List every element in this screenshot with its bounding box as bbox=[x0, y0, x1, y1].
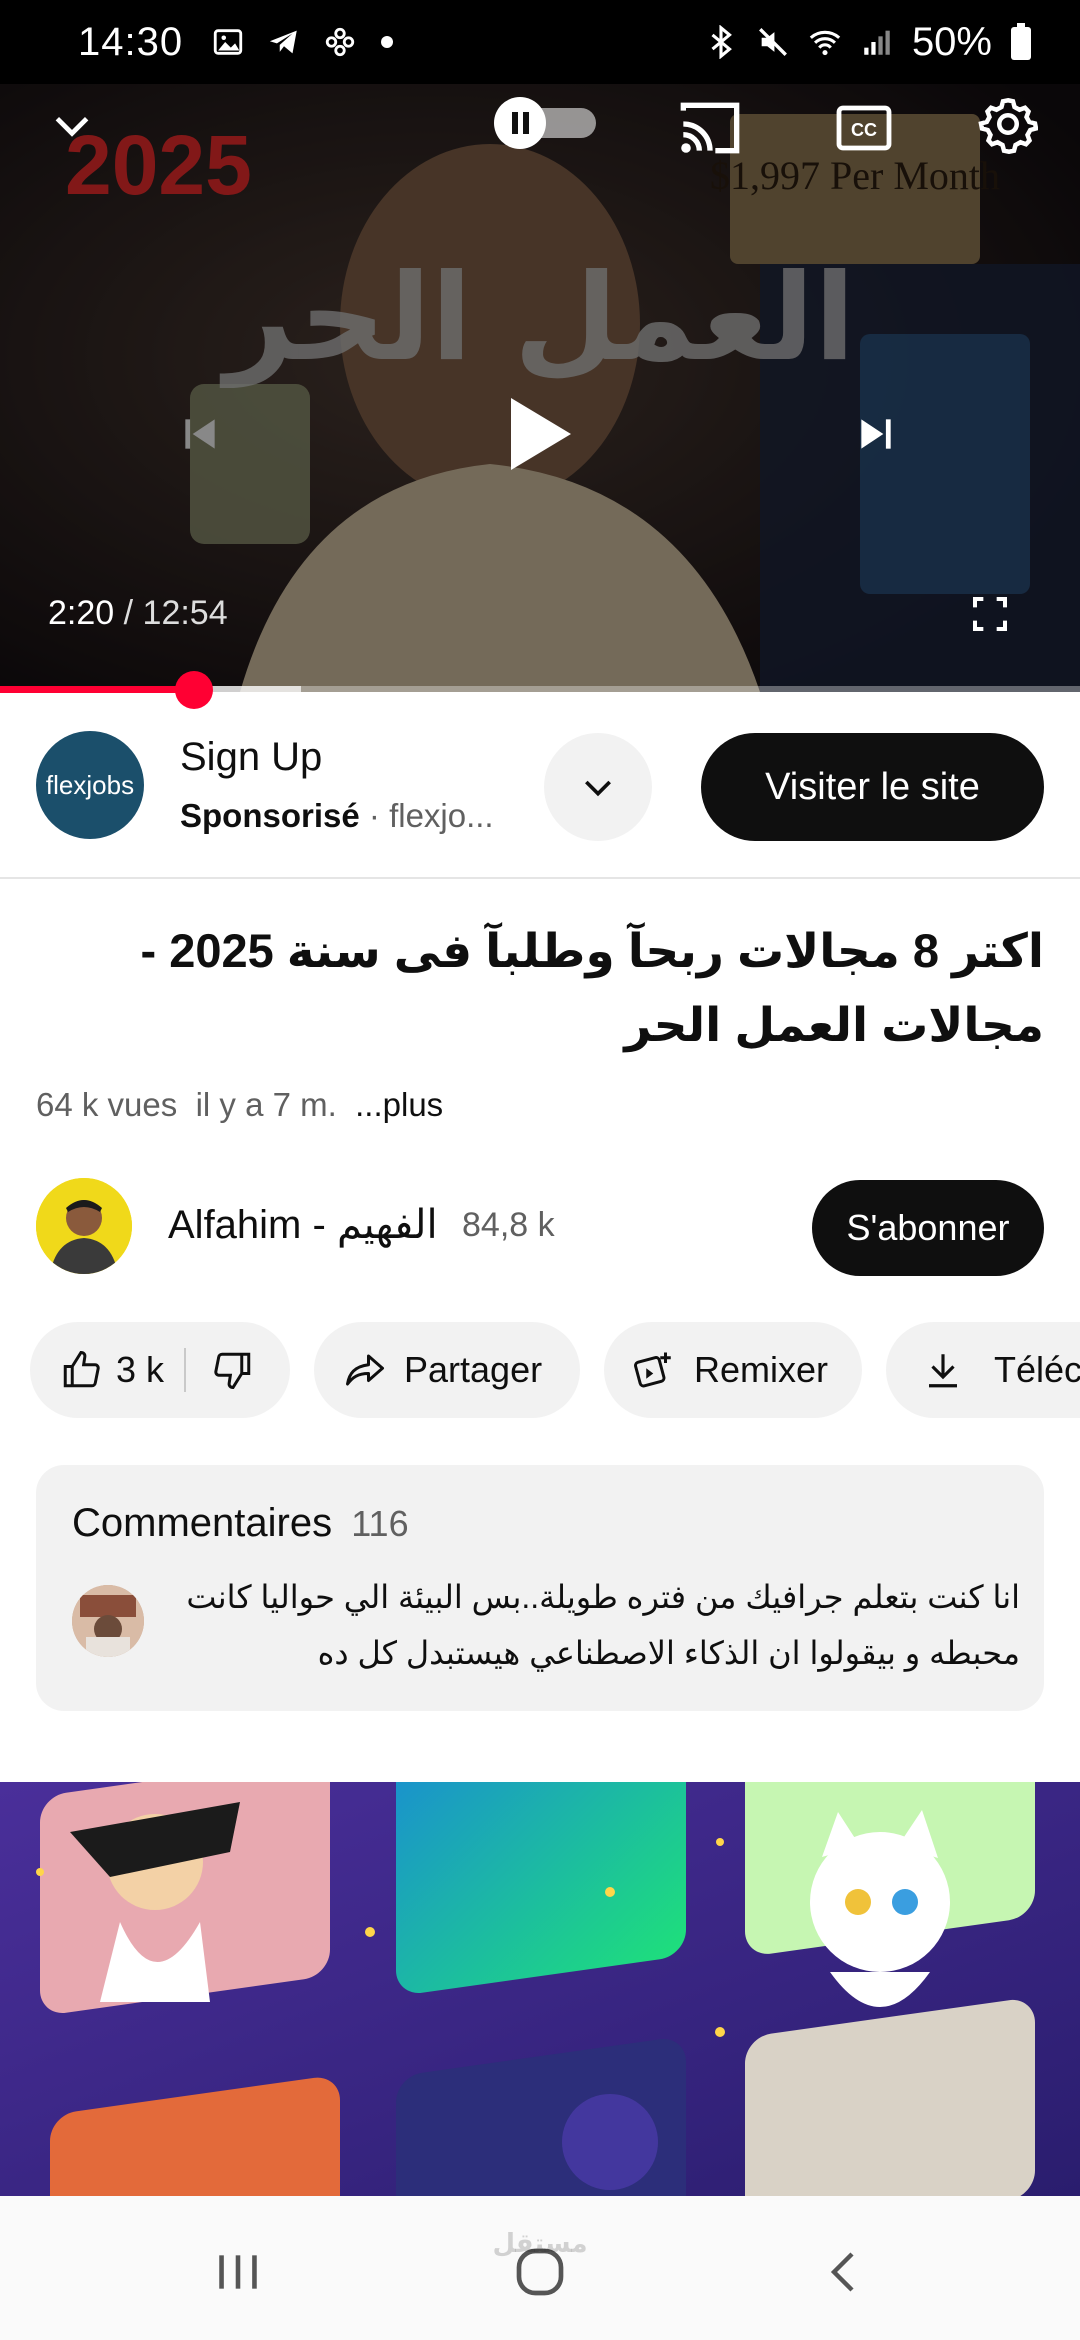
signal-icon bbox=[864, 30, 890, 55]
battery-icon bbox=[1011, 23, 1031, 60]
subscriber-count: 84,8 k bbox=[462, 1206, 555, 1244]
chevron-down-icon bbox=[585, 780, 611, 797]
collapse-button[interactable] bbox=[40, 94, 104, 158]
more-link[interactable]: ...plus bbox=[355, 1086, 443, 1123]
share-button[interactable]: Partager bbox=[314, 1322, 580, 1418]
status-time: 14:30 bbox=[78, 19, 184, 64]
sponsor-meta-dot: · bbox=[368, 797, 380, 834]
share-label: Partager bbox=[404, 1349, 543, 1390]
remix-label: Remixer bbox=[694, 1349, 829, 1390]
sponsor-title[interactable]: Sign Up bbox=[180, 735, 322, 780]
duration: 12:54 bbox=[142, 594, 228, 632]
recents-button[interactable] bbox=[188, 2232, 288, 2312]
video-title[interactable]: اكتر 8 مجالات ربحآ وطلبآ فى سنة 2025 - م… bbox=[36, 914, 1044, 1062]
wifi-icon bbox=[809, 30, 841, 56]
commenter-avatar-image bbox=[72, 1585, 144, 1657]
sponsored-label: Sponsorisé bbox=[180, 797, 360, 834]
like-button[interactable]: 3 k bbox=[60, 1349, 184, 1391]
download-button[interactable]: Téléch bbox=[886, 1322, 1080, 1418]
download-label: Téléch bbox=[994, 1349, 1080, 1390]
back-icon bbox=[830, 2252, 854, 2292]
like-count: 3 k bbox=[116, 1349, 165, 1390]
sponsor-domain: flexjo... bbox=[389, 797, 494, 834]
status-bar: 14:30 50% bbox=[0, 0, 1080, 84]
upload-age: il y a 7 m. bbox=[195, 1086, 337, 1123]
captions-button[interactable]: CC bbox=[824, 88, 904, 168]
video-player[interactable]: $1,997 Per Month 2025 العمل الحر CC 2:20… bbox=[0, 84, 1080, 692]
next-icon bbox=[861, 419, 891, 449]
status-left-icons bbox=[211, 25, 395, 59]
remix-button[interactable]: Remixer bbox=[604, 1322, 862, 1418]
subscribe-button[interactable]: S'abonner bbox=[812, 1180, 1044, 1276]
home-icon bbox=[516, 2248, 564, 2296]
comments-panel[interactable]: Commentaires 116 انا كنت بتعلم جرافيك من… bbox=[36, 1465, 1044, 1711]
autoplay-toggle-icon bbox=[494, 97, 596, 149]
dot-icon bbox=[381, 36, 394, 48]
play-icon bbox=[511, 398, 571, 470]
remix-icon bbox=[634, 1352, 671, 1388]
progress-bar[interactable] bbox=[0, 671, 1080, 709]
share-icon bbox=[346, 1354, 384, 1386]
settings-icon bbox=[978, 97, 1038, 154]
previous-button[interactable] bbox=[160, 394, 240, 474]
back-button[interactable] bbox=[794, 2232, 894, 2312]
svg-text:CC: CC bbox=[851, 120, 877, 140]
next-button[interactable] bbox=[836, 394, 916, 474]
bluetooth-icon bbox=[711, 25, 732, 59]
sponsor-meta: Sponsorisé · flexjo... bbox=[180, 797, 494, 835]
play-button[interactable] bbox=[490, 384, 590, 484]
fullscreen-button[interactable] bbox=[950, 574, 1030, 654]
status-right: 50% bbox=[704, 20, 1032, 65]
thumbs-down-icon bbox=[214, 1352, 251, 1389]
mute-icon bbox=[758, 28, 787, 56]
sponsor-expand-button[interactable] bbox=[544, 733, 652, 841]
system-navigation-bar bbox=[0, 2196, 1080, 2340]
image-icon bbox=[213, 29, 243, 55]
channel-name[interactable]: Alfahim - الفهيم bbox=[168, 1202, 438, 1248]
telegram-icon bbox=[269, 30, 297, 54]
current-time: 2:20 bbox=[48, 594, 115, 632]
like-dislike-chip: 3 k bbox=[30, 1322, 290, 1418]
recents-icon bbox=[219, 2255, 257, 2289]
sponsored-ad-row[interactable]: flexjobs Sign Up Sponsorisé · flexjo... … bbox=[0, 693, 1080, 879]
time-readout: 2:20 / 12:54 bbox=[48, 594, 228, 633]
download-icon bbox=[929, 1354, 957, 1388]
ad-banner[interactable] bbox=[0, 1782, 1080, 2196]
commenter-avatar bbox=[72, 1585, 144, 1657]
autoplay-toggle[interactable] bbox=[490, 94, 602, 150]
ad-banner-artwork bbox=[0, 1782, 1080, 2196]
pinwheel-icon bbox=[325, 27, 355, 57]
captions-icon: CC bbox=[836, 105, 892, 151]
home-button[interactable] bbox=[490, 2232, 590, 2312]
settings-button[interactable] bbox=[968, 84, 1048, 164]
comments-title: Commentaires bbox=[72, 1501, 333, 1545]
comments-header: Commentaires 116 bbox=[72, 1501, 409, 1546]
thumbs-up-icon bbox=[63, 1351, 100, 1388]
collapse-chevron-icon bbox=[55, 116, 89, 137]
previous-icon bbox=[185, 419, 215, 449]
battery-percent: 50% bbox=[911, 19, 992, 64]
avatar-image bbox=[36, 1178, 132, 1274]
sponsor-logo[interactable]: flexjobs bbox=[36, 731, 144, 839]
top-comment-text: انا كنت بتعلم جرافيك من فتره طويلة..بس ا… bbox=[186, 1579, 1020, 1671]
channel-avatar[interactable] bbox=[36, 1178, 132, 1274]
fullscreen-icon bbox=[973, 597, 1007, 631]
visit-site-button[interactable]: Visiter le site bbox=[701, 733, 1044, 841]
cast-icon bbox=[680, 102, 740, 154]
video-meta[interactable]: 64 k vues il y a 7 m. ...plus bbox=[36, 1086, 443, 1124]
time-separator: / bbox=[123, 594, 134, 632]
dislike-button[interactable] bbox=[186, 1349, 254, 1391]
comments-count: 116 bbox=[351, 1503, 409, 1544]
sponsor-logo-text: flexjobs bbox=[45, 769, 135, 800]
progress-played bbox=[0, 686, 195, 693]
cast-button[interactable] bbox=[670, 88, 750, 168]
view-count: 64 k vues bbox=[36, 1086, 178, 1123]
